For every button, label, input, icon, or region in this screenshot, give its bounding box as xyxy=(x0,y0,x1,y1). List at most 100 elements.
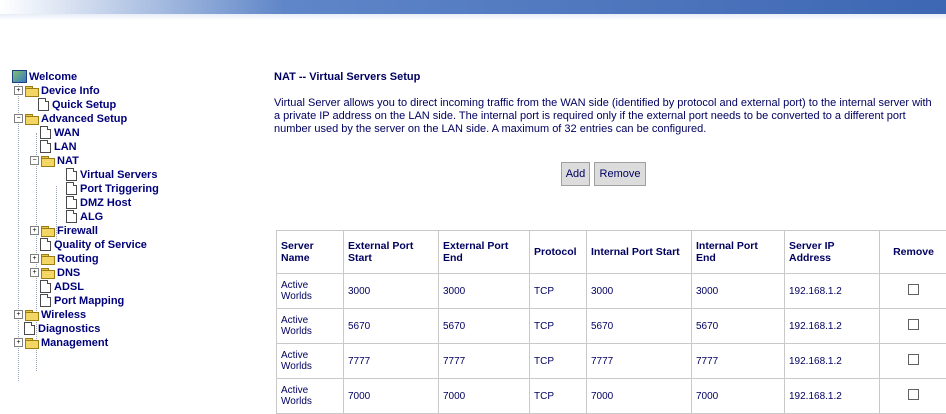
nav-port-triggering[interactable]: Port Triggering xyxy=(66,182,159,195)
remove-checkbox[interactable] xyxy=(908,354,919,365)
folder-icon xyxy=(41,226,55,236)
col-header-server-ip: Server IP Address xyxy=(785,231,880,274)
nav-dmz-host-label: DMZ Host xyxy=(80,197,131,209)
nav-alg-label: ALG xyxy=(80,211,103,223)
cell-server-name: Active Worlds xyxy=(277,309,344,344)
nav-dmz-host[interactable]: DMZ Host xyxy=(66,196,131,209)
col-header-protocol: Protocol xyxy=(530,231,587,274)
nav-diagnostics[interactable]: Diagnostics xyxy=(24,322,100,335)
nav-wan[interactable]: WAN xyxy=(40,126,80,139)
cell-server-ip: 192.168.1.2 xyxy=(785,274,880,309)
cell-external-port-start: 5670 xyxy=(344,309,439,344)
page-icon xyxy=(40,126,51,139)
nav-virtual-servers[interactable]: Virtual Servers xyxy=(66,168,157,181)
nav-lan[interactable]: LAN xyxy=(40,140,77,153)
nav-qos-label: Quality of Service xyxy=(54,239,147,251)
cell-internal-port-end: 5670 xyxy=(692,309,785,344)
nav-advanced-setup[interactable]: − Advanced Setup xyxy=(14,112,127,125)
cell-external-port-end: 3000 xyxy=(439,274,530,309)
cell-internal-port-end: 7777 xyxy=(692,344,785,379)
expand-plus-icon[interactable]: + xyxy=(14,338,23,347)
expand-plus-icon[interactable]: + xyxy=(14,86,23,95)
remove-checkbox[interactable] xyxy=(908,389,919,400)
nav-device-info-label: Device Info xyxy=(41,85,100,97)
nav-management-label: Management xyxy=(41,337,108,349)
cell-internal-port-start: 3000 xyxy=(587,274,692,309)
collapse-minus-icon[interactable]: − xyxy=(14,114,23,123)
expand-plus-icon[interactable]: + xyxy=(30,254,39,263)
nav-port-triggering-label: Port Triggering xyxy=(80,183,159,195)
page-description: Virtual Server allows you to direct inco… xyxy=(274,97,934,136)
remove-button[interactable]: Remove xyxy=(594,162,646,186)
page-icon xyxy=(40,238,51,251)
nav-wireless[interactable]: + Wireless xyxy=(14,308,86,321)
nav-lan-label: LAN xyxy=(54,141,77,153)
cell-external-port-end: 7000 xyxy=(439,379,530,414)
expand-plus-icon[interactable]: + xyxy=(14,310,23,319)
nav-welcome[interactable]: Welcome xyxy=(12,70,77,83)
page-title: NAT -- Virtual Servers Setup xyxy=(274,71,420,83)
cell-server-ip: 192.168.1.2 xyxy=(785,379,880,414)
nav-quick-setup[interactable]: Quick Setup xyxy=(38,98,116,111)
nav-quality-of-service[interactable]: Quality of Service xyxy=(40,238,147,251)
cell-server-ip: 192.168.1.2 xyxy=(785,344,880,379)
nav-device-info[interactable]: + Device Info xyxy=(14,84,100,97)
table-row: Active Worlds 3000 3000 TCP 3000 3000 19… xyxy=(277,274,946,309)
welcome-globe-icon xyxy=(12,70,27,83)
col-header-server-name: Server Name xyxy=(277,231,344,274)
folder-open-icon xyxy=(41,156,55,166)
cell-external-port-start: 3000 xyxy=(344,274,439,309)
cell-internal-port-start: 5670 xyxy=(587,309,692,344)
navigation-tree: Welcome + Device Info Quick Setup − Adva… xyxy=(0,0,250,413)
cell-server-name: Active Worlds xyxy=(277,274,344,309)
col-header-external-port-end: External Port End xyxy=(439,231,530,274)
nav-routing[interactable]: + Routing xyxy=(30,252,99,265)
nav-welcome-label: Welcome xyxy=(29,71,77,83)
cell-internal-port-start: 7000 xyxy=(587,379,692,414)
nav-firewall[interactable]: + Firewall xyxy=(30,224,98,237)
cell-protocol: TCP xyxy=(530,309,587,344)
folder-icon xyxy=(25,338,39,348)
table-row: Active Worlds 7000 7000 TCP 7000 7000 19… xyxy=(277,379,946,414)
cell-remove xyxy=(880,274,946,309)
virtual-servers-table: Server Name External Port Start External… xyxy=(276,230,946,414)
table-row: Active Worlds 7777 7777 TCP 7777 7777 19… xyxy=(277,344,946,379)
nav-adsl[interactable]: ADSL xyxy=(40,280,84,293)
nav-port-mapping-label: Port Mapping xyxy=(54,295,124,307)
folder-open-icon xyxy=(25,114,39,124)
remove-checkbox[interactable] xyxy=(908,284,919,295)
cell-protocol: TCP xyxy=(530,379,587,414)
nav-wan-label: WAN xyxy=(54,127,80,139)
page-icon xyxy=(66,182,77,195)
nav-adsl-label: ADSL xyxy=(54,281,84,293)
cell-remove xyxy=(880,344,946,379)
nav-wireless-label: Wireless xyxy=(41,309,86,321)
expand-plus-icon[interactable]: + xyxy=(30,268,39,277)
page-icon xyxy=(66,210,77,223)
nav-nat[interactable]: − NAT xyxy=(30,154,79,167)
folder-icon xyxy=(41,254,55,264)
nav-port-mapping[interactable]: Port Mapping xyxy=(40,294,124,307)
collapse-minus-icon[interactable]: − xyxy=(30,156,39,165)
nav-virtual-servers-label: Virtual Servers xyxy=(80,169,157,181)
expand-plus-icon[interactable]: + xyxy=(30,226,39,235)
nav-management[interactable]: + Management xyxy=(14,336,108,349)
add-button[interactable]: Add xyxy=(561,162,590,186)
nav-quick-setup-label: Quick Setup xyxy=(52,99,116,111)
cell-remove xyxy=(880,379,946,414)
cell-external-port-end: 5670 xyxy=(439,309,530,344)
nav-nat-label: NAT xyxy=(57,155,79,167)
cell-protocol: TCP xyxy=(530,344,587,379)
col-header-external-port-start: External Port Start xyxy=(344,231,439,274)
col-header-internal-port-start: Internal Port Start xyxy=(587,231,692,274)
cell-external-port-end: 7777 xyxy=(439,344,530,379)
cell-internal-port-end: 3000 xyxy=(692,274,785,309)
remove-checkbox[interactable] xyxy=(908,319,919,330)
nav-alg[interactable]: ALG xyxy=(66,210,103,223)
nav-dns[interactable]: + DNS xyxy=(30,266,80,279)
nav-routing-label: Routing xyxy=(57,253,99,265)
nav-dns-label: DNS xyxy=(57,267,80,279)
cell-external-port-start: 7000 xyxy=(344,379,439,414)
cell-protocol: TCP xyxy=(530,274,587,309)
cell-remove xyxy=(880,309,946,344)
